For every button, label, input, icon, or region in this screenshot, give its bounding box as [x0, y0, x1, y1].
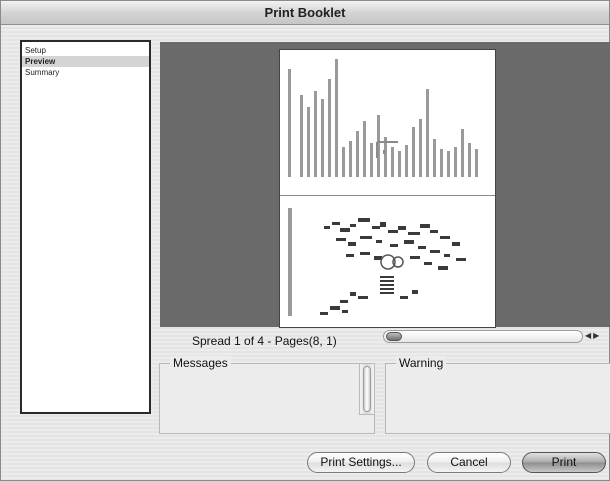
- sidebar-list[interactable]: Setup Preview Summary: [20, 40, 151, 414]
- scroll-left-icon[interactable]: ◀: [585, 331, 593, 340]
- preview-area: [160, 42, 610, 328]
- warning-title: Warning: [396, 356, 447, 370]
- print-button[interactable]: Print: [522, 452, 606, 473]
- sidebar-item-preview[interactable]: Preview: [22, 56, 149, 67]
- spread-slider-thumb[interactable]: [386, 332, 402, 341]
- messages-panel: Messages: [159, 356, 375, 434]
- page-8-thumbnail: [280, 50, 495, 195]
- window-title: Print Booklet: [1, 1, 609, 25]
- page-1-thumbnail: [288, 208, 466, 316]
- cancel-button[interactable]: Cancel: [427, 452, 511, 473]
- spread-slider[interactable]: [383, 330, 583, 343]
- messages-title: Messages: [170, 356, 231, 370]
- warning-panel: Warning: [385, 356, 610, 434]
- scroll-right-icon[interactable]: ▶: [593, 331, 601, 340]
- sidebar-item-setup[interactable]: Setup: [22, 45, 149, 56]
- sidebar-item-summary[interactable]: Summary: [22, 67, 149, 78]
- print-booklet-dialog: Print Booklet Setup Preview Summary Spre…: [0, 0, 610, 481]
- thumbnail-bracket: [376, 141, 398, 158]
- print-settings-button[interactable]: Print Settings...: [307, 452, 415, 473]
- spread-slider-arrows[interactable]: ◀▶: [585, 331, 601, 340]
- preview-page-spread: [279, 49, 496, 328]
- messages-scroll-thumb[interactable]: [363, 366, 371, 412]
- messages-scrollbar[interactable]: [359, 363, 375, 415]
- spread-label: Spread 1 of 4 - Pages(8, 1): [192, 334, 337, 348]
